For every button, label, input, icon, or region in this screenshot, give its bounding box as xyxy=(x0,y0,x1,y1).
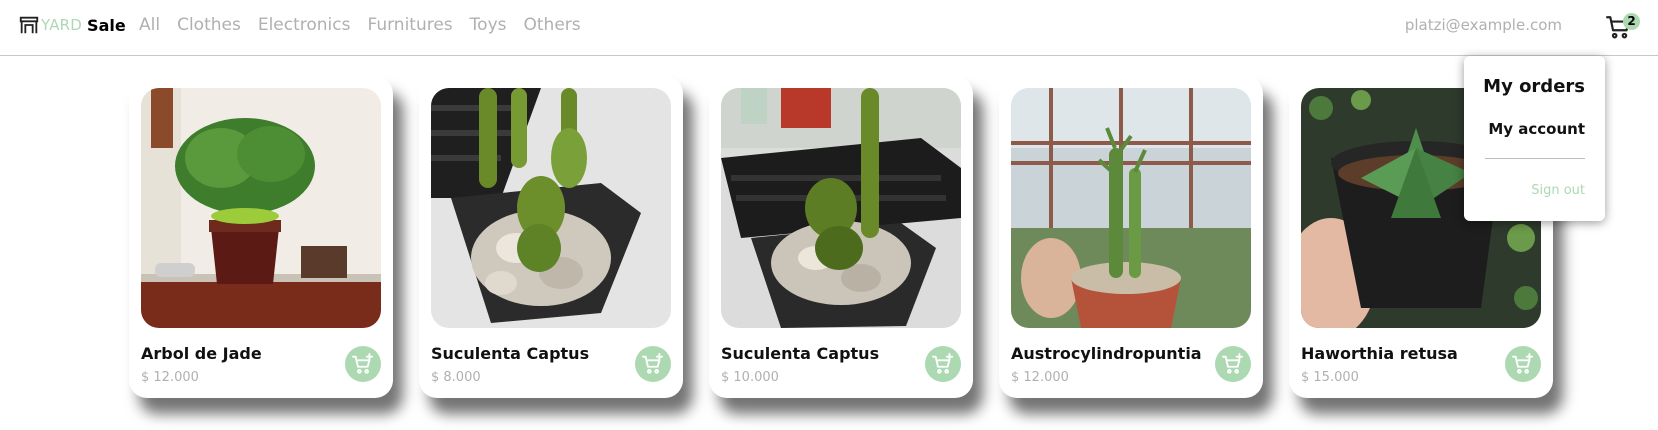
add-to-cart-icon xyxy=(932,353,954,374)
menu-divider xyxy=(1485,158,1585,159)
add-to-cart-button[interactable] xyxy=(1505,346,1541,382)
cactus-pot-keyboard-image xyxy=(431,88,671,328)
add-to-cart-button[interactable] xyxy=(635,346,671,382)
user-email[interactable]: platzi@example.com xyxy=(1405,16,1562,34)
product-name: Austrocylindropuntia xyxy=(1011,344,1202,363)
product-price: $ 12.000 xyxy=(1011,370,1069,385)
add-to-cart-button[interactable] xyxy=(345,346,381,382)
cart-count-badge: 2 xyxy=(1623,13,1640,30)
nav-link-others[interactable]: Others xyxy=(524,15,581,35)
sign-out-link[interactable]: Sign out xyxy=(1531,183,1585,198)
nav-link-furnitures[interactable]: Furnitures xyxy=(367,15,452,35)
nav-link-toys[interactable]: Toys xyxy=(470,15,507,35)
brand-logo[interactable]: YARD Sale xyxy=(18,14,126,36)
product-name: Arbol de Jade xyxy=(141,344,262,363)
product-price: $ 8.000 xyxy=(431,370,481,385)
add-to-cart-icon xyxy=(642,353,664,374)
product-name: Suculenta Captus xyxy=(721,344,880,363)
cactus-pot-desk-image xyxy=(721,88,961,328)
product-name: Suculenta Captus xyxy=(431,344,590,363)
product-card[interactable]: Arbol de Jade $ 12.000 xyxy=(129,76,393,398)
product-card[interactable]: Suculenta Captus $ 10.000 xyxy=(709,76,973,398)
add-to-cart-icon xyxy=(1512,353,1534,374)
product-price: $ 10.000 xyxy=(721,370,779,385)
product-image[interactable] xyxy=(431,88,671,328)
product-card[interactable]: Suculenta Captus $ 8.000 xyxy=(419,76,683,398)
account-dropdown-menu: My orders My account Sign out xyxy=(1464,56,1605,221)
brand-name: Sale xyxy=(87,15,126,35)
store-icon xyxy=(19,16,39,34)
product-name: Haworthia retusa xyxy=(1301,344,1458,363)
my-orders-link[interactable]: My orders xyxy=(1483,76,1585,97)
jade-tree-bonsai-image xyxy=(141,88,381,328)
navbar: YARD Sale All Clothes Electronics Furnit… xyxy=(0,0,1658,56)
nav-link-clothes[interactable]: Clothes xyxy=(177,15,241,35)
product-image[interactable] xyxy=(141,88,381,328)
product-price: $ 15.000 xyxy=(1301,370,1359,385)
add-to-cart-icon xyxy=(1222,353,1244,374)
nav-link-electronics[interactable]: Electronics xyxy=(258,15,351,35)
product-image[interactable] xyxy=(721,88,961,328)
my-account-link[interactable]: My account xyxy=(1488,120,1585,138)
product-card[interactable]: Austrocylindropuntia $ 12.000 xyxy=(999,76,1263,398)
add-to-cart-button[interactable] xyxy=(925,346,961,382)
category-nav: All Clothes Electronics Furnitures Toys … xyxy=(139,15,598,35)
brand-name-accent: YARD xyxy=(41,16,83,34)
columnar-cactus-greenhouse-image xyxy=(1011,88,1251,328)
add-to-cart-icon xyxy=(352,353,374,374)
cart-button[interactable]: 2 xyxy=(1604,10,1640,44)
product-price: $ 12.000 xyxy=(141,370,199,385)
add-to-cart-button[interactable] xyxy=(1215,346,1251,382)
nav-link-all[interactable]: All xyxy=(139,15,160,35)
product-image[interactable] xyxy=(1011,88,1251,328)
